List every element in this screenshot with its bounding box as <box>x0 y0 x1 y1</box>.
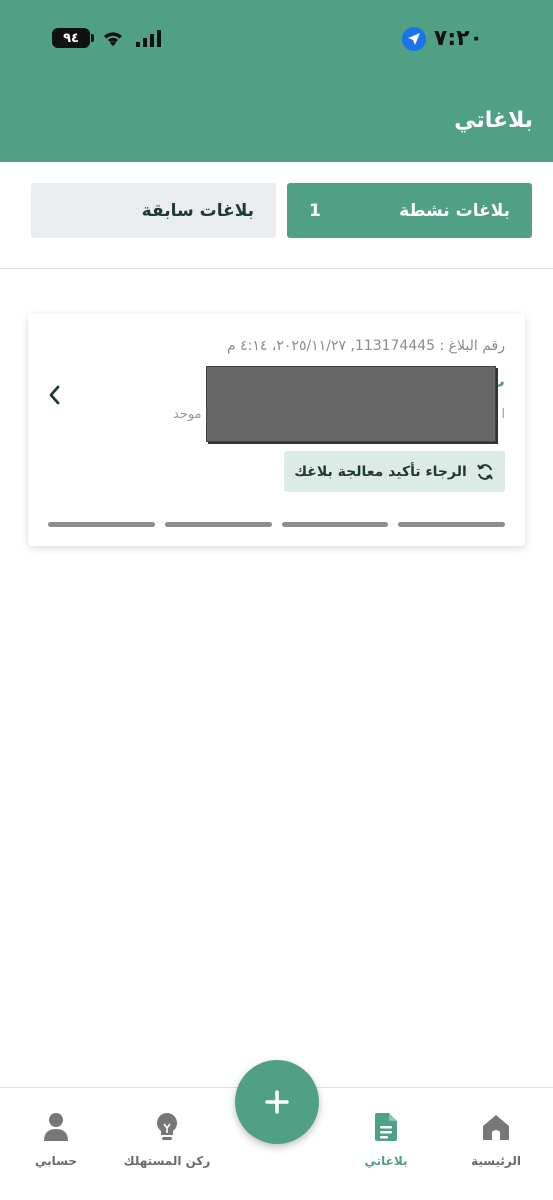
battery-icon: ٩٤ <box>52 28 94 48</box>
progress-step <box>281 522 389 527</box>
lightbulb-icon <box>157 1113 177 1140</box>
add-report-button[interactable] <box>235 1060 319 1144</box>
progress-bar <box>48 522 505 527</box>
redaction-box <box>206 366 496 442</box>
confirm-label: الرجاء تأكيد معالجة بلاغك <box>294 463 467 480</box>
refresh-icon <box>476 463 493 480</box>
status-time-group: ٧:٢٠ <box>401 26 483 51</box>
nav-reports-label: بلاغاتي <box>364 1154 408 1168</box>
nav-reports[interactable]: بلاغاتي <box>331 1110 441 1168</box>
document-icon <box>375 1113 397 1141</box>
active-count: 1 <box>309 200 321 221</box>
nav-consumer-corner[interactable]: ركن المستهلك <box>112 1110 222 1168</box>
nav-home[interactable]: الرئيسية <box>441 1110 551 1168</box>
nav-account-label: حسابي <box>34 1154 77 1168</box>
nav-consumer-label: ركن المستهلك <box>123 1154 211 1168</box>
divider <box>0 268 553 269</box>
nav-home-label: الرئيسية <box>471 1154 521 1168</box>
progress-step <box>48 522 155 527</box>
report-description: موحد <box>173 407 202 422</box>
clock: ٧:٢٠ <box>433 26 483 51</box>
progress-step <box>398 522 505 527</box>
progress-step <box>164 522 272 527</box>
location-icon <box>401 26 426 51</box>
tab-previous-reports[interactable]: بلاغات سابقة <box>31 183 276 238</box>
chevron-left-icon[interactable] <box>46 384 64 406</box>
tab-active-label: بلاغات نشطة <box>399 200 510 221</box>
page-title: بلاغاتي <box>454 108 533 133</box>
user-icon <box>44 1113 68 1141</box>
status-bar: ٩٤ ٧:٢٠ <box>0 22 553 62</box>
page: ٩٤ ٧:٢٠ بلاغاتي 1 بلاغات نشطة بلاغات ساب… <box>0 0 553 1200</box>
report-card[interactable]: رقم البلاغ : 113174445, ٢٠٢٥/١١/٢٧، ٤:١٤… <box>28 314 525 546</box>
wifi-icon <box>104 32 122 46</box>
signal-icon <box>136 30 161 47</box>
tab-active-reports[interactable]: 1 بلاغات نشطة <box>287 183 532 238</box>
status-indicators: ٩٤ <box>52 28 162 48</box>
battery-level: ٩٤ <box>63 30 79 46</box>
nav-account[interactable]: حسابي <box>1 1110 111 1168</box>
plus-icon <box>265 1090 289 1114</box>
home-icon <box>483 1115 509 1140</box>
tab-inactive-label: بلاغات سابقة <box>141 200 254 221</box>
report-desc-start: ا <box>501 407 505 422</box>
confirm-resolution-button[interactable]: الرجاء تأكيد معالجة بلاغك <box>284 451 505 492</box>
report-number: رقم البلاغ : 113174445, ٢٠٢٥/١١/٢٧، ٤:١٤… <box>227 338 505 354</box>
app-header: ٩٤ ٧:٢٠ بلاغاتي <box>0 0 553 162</box>
